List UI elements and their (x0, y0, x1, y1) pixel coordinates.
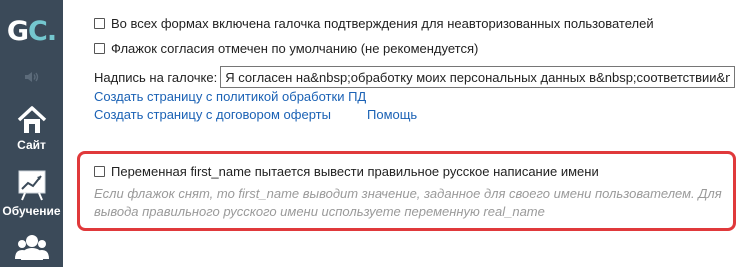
sound-icon[interactable] (0, 65, 63, 89)
firstname-label: Переменная first_name пытается вывести п… (111, 164, 599, 179)
sidebar-item-learning[interactable]: Обучение (0, 168, 63, 224)
firstname-help-text: Если флажок снят, то first_name выводит … (94, 186, 722, 219)
unauth-consent-label: Во всех формах включена галочка подтверж… (111, 16, 654, 31)
home-icon (17, 106, 46, 133)
default-consent-label: Флажок согласия отмечен по умолчанию (не… (111, 41, 479, 56)
firstname-checkbox[interactable] (94, 166, 105, 177)
create-offer-page-link[interactable]: Создать страницу с договором оферты (94, 107, 331, 122)
unauth-consent-checkbox[interactable] (94, 18, 105, 29)
users-icon (14, 235, 49, 260)
sidebar-item-label: Обучение (2, 204, 61, 218)
unauth-consent-option[interactable]: Во всех формах включена галочка подтверж… (94, 16, 654, 31)
sidebar-item-label: Сайт (17, 138, 46, 152)
sidebar-item-users[interactable] (0, 232, 63, 267)
logo[interactable]: GC. (0, 0, 63, 62)
default-consent-option[interactable]: Флажок согласия отмечен по умолчанию (не… (94, 41, 478, 56)
logo-text: GC. (6, 15, 57, 47)
chart-icon (18, 170, 45, 201)
caption-row: Надпись на галочке: (94, 66, 736, 88)
sidebar-item-site[interactable]: Сайт (0, 104, 63, 156)
caption-label: Надпись на галочке: (94, 69, 218, 85)
create-policy-page-link[interactable]: Создать страницу с политикой обработки П… (94, 89, 366, 104)
help-link[interactable]: Помощь (367, 107, 417, 122)
settings-panel: Во всех формах включена галочка подтверж… (63, 0, 741, 267)
caption-input[interactable] (220, 66, 736, 88)
firstname-option[interactable]: Переменная first_name пытается вывести п… (94, 164, 599, 179)
default-consent-checkbox[interactable] (94, 43, 105, 54)
sidebar: GC. Сайт Обучение (0, 0, 63, 267)
